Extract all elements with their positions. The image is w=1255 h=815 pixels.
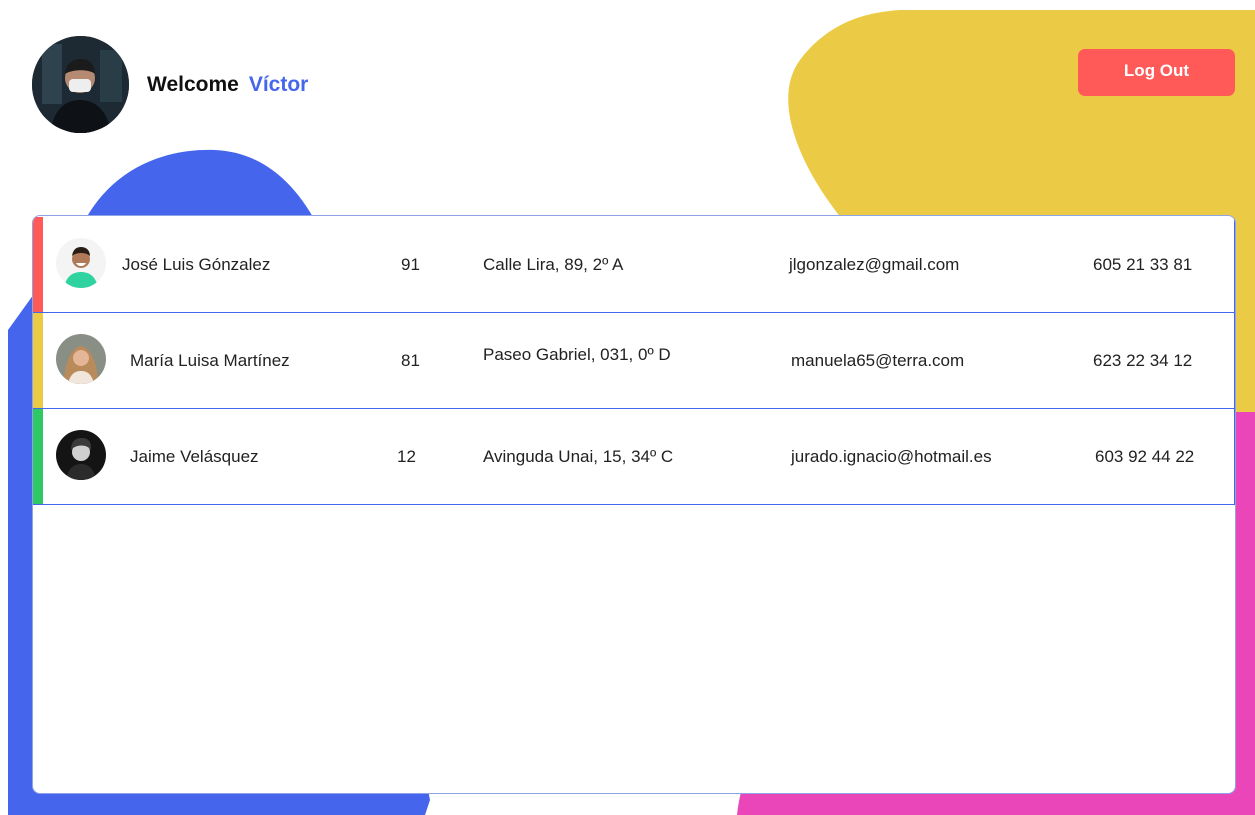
contact-email: jlgonzalez@gmail.com [789,254,960,274]
contact-photo-icon [56,430,106,480]
contacts-list: José Luis Gónzalez 91 Calle Lira, 89, 2º… [32,215,1236,794]
contact-avatar [56,238,106,288]
contact-phone: 603 92 44 22 [1095,446,1195,466]
contact-address: Paseo Gabriel, 031, 0º D [483,345,671,364]
logout-button[interactable]: Log Out [1078,49,1235,96]
contact-email: jurado.ignacio@hotmail.es [791,446,992,466]
user-avatar[interactable] [32,36,129,133]
contact-name: Jaime Velásquez [130,446,259,466]
row-color-stripe [33,313,43,408]
contact-age: 81 [401,350,420,370]
contact-phone: 605 21 33 81 [1093,254,1193,274]
contact-name: María Luisa Martínez [130,350,290,370]
contact-avatar [56,334,106,384]
header: Welcome Víctor [32,36,308,133]
contact-row[interactable]: Jaime Velásquez 12 Avinguda Unai, 15, 34… [33,408,1235,505]
contact-email: manuela65@terra.com [791,350,965,370]
user-photo-icon [32,36,129,133]
contact-name: José Luis Gónzalez [122,254,271,274]
row-color-stripe [33,217,43,312]
contact-phone: 623 22 34 12 [1093,350,1193,370]
welcome-label: Welcome [147,72,239,96]
contact-address: Calle Lira, 89, 2º A [483,254,624,274]
contact-avatar [56,430,106,480]
app-window: Welcome Víctor Log Out José Luis Gónzalez… [0,0,1255,815]
welcome-message: Welcome Víctor [147,73,308,97]
contact-row[interactable]: José Luis Gónzalez 91 Calle Lira, 89, 2º… [33,216,1235,313]
contact-address: Avinguda Unai, 15, 34º C [483,446,674,466]
contact-row[interactable]: María Luisa Martínez 81 Paseo Gabriel, 0… [33,312,1235,409]
contact-photo-icon [56,238,106,288]
contact-age: 12 [397,446,416,466]
row-color-stripe [33,409,43,504]
user-name: Víctor [248,72,309,96]
contact-age: 91 [401,254,420,274]
contact-photo-icon [56,334,106,384]
